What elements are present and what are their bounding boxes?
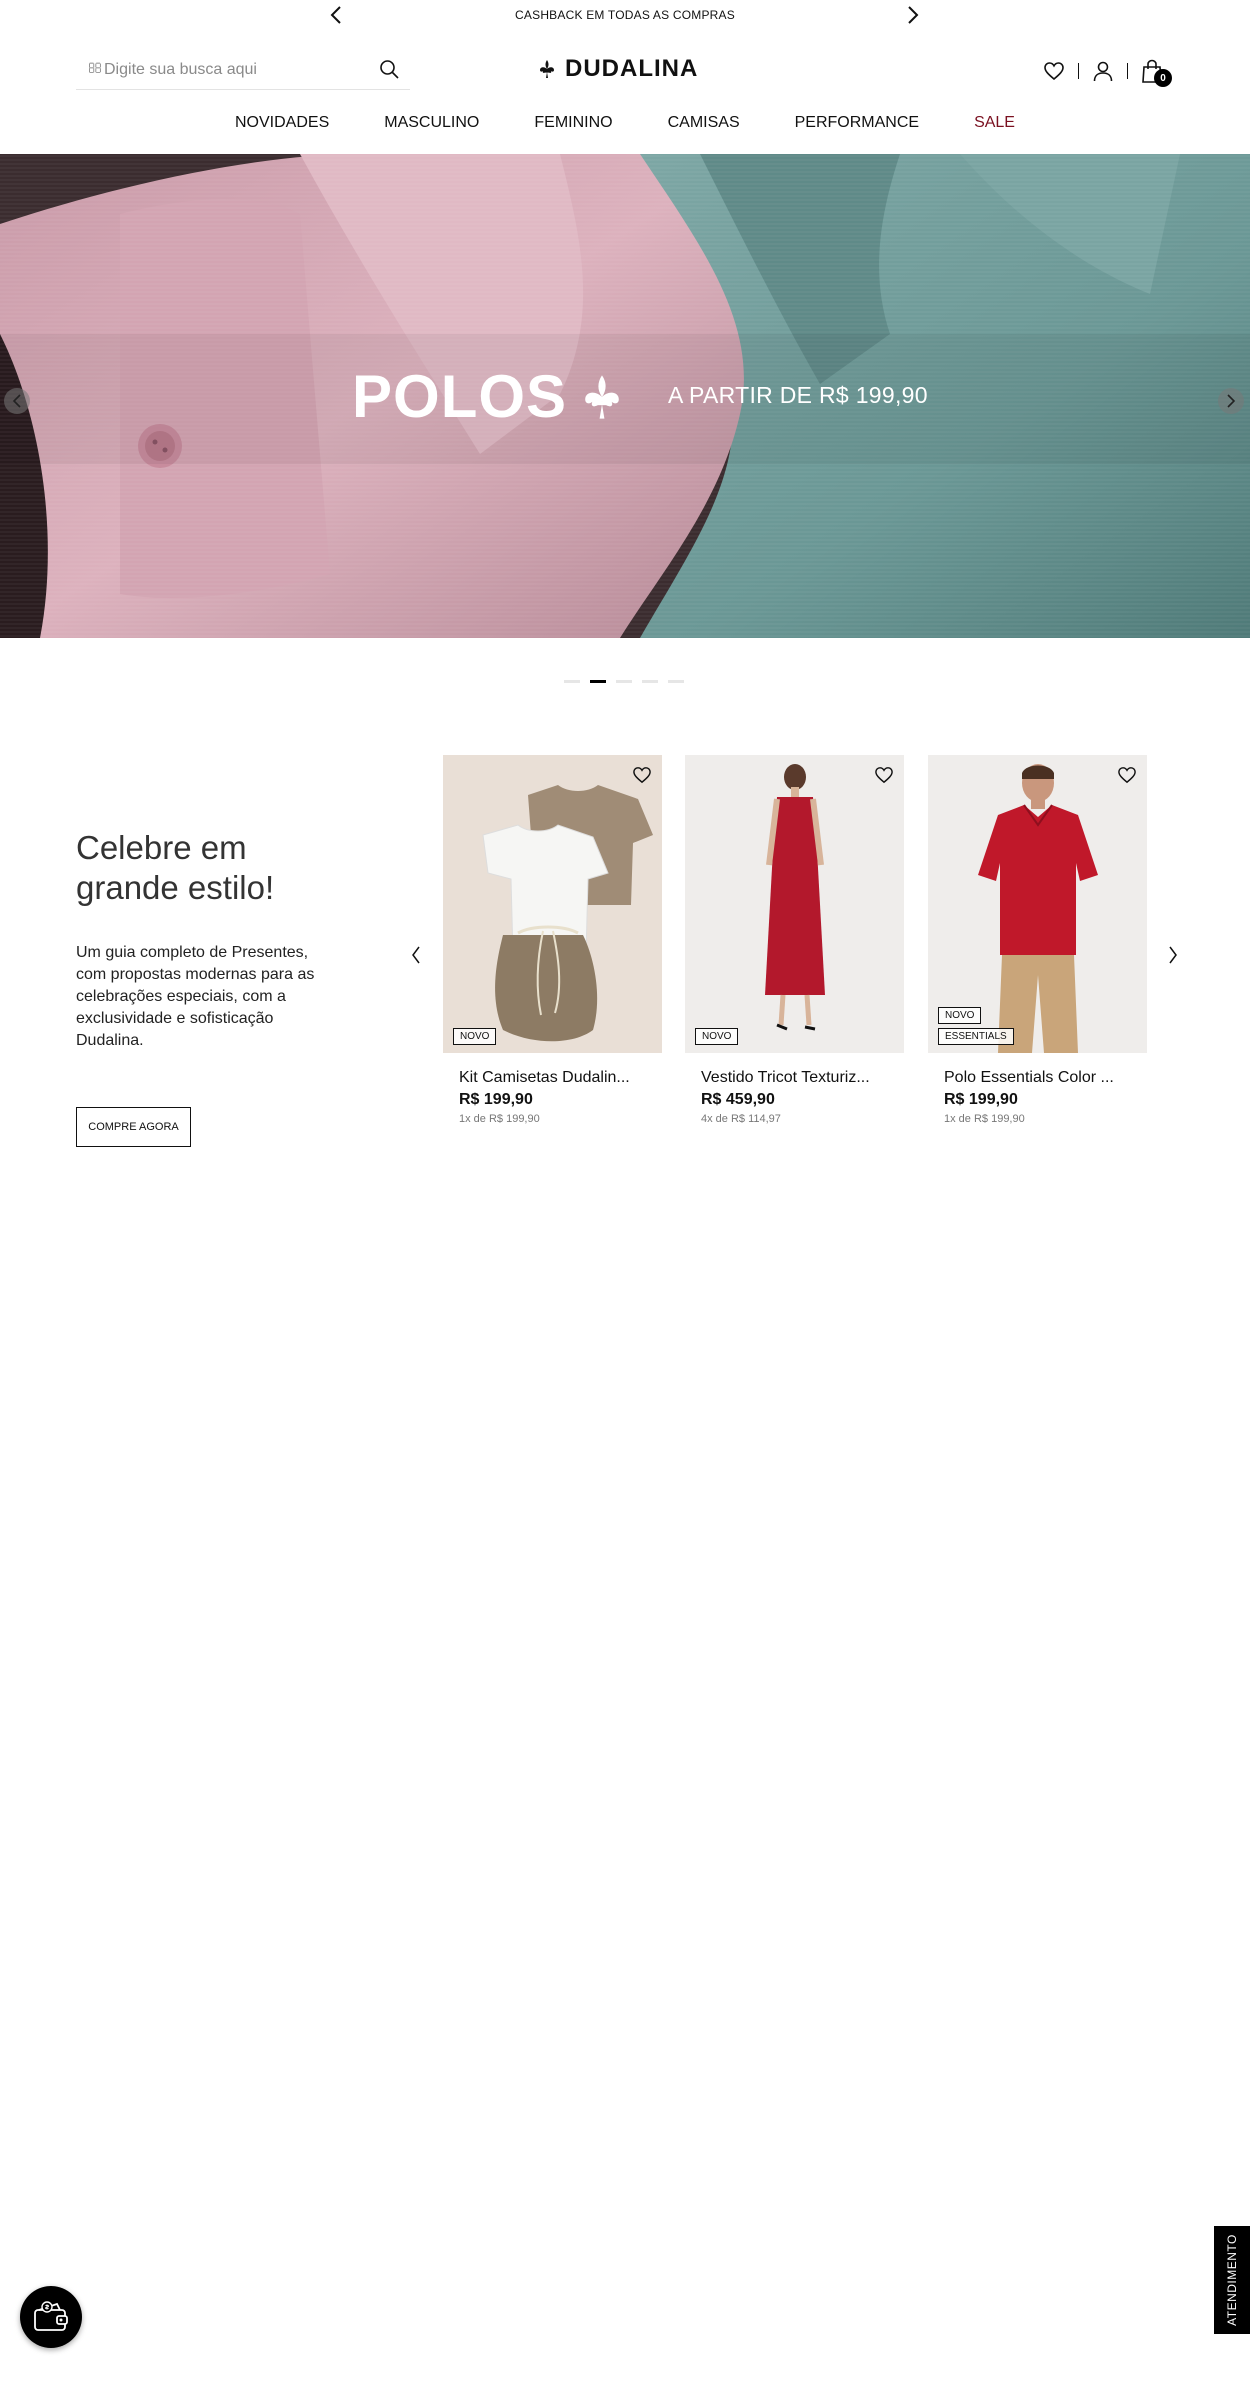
hero-headline: POLOS (352, 363, 568, 430)
product-name[interactable]: Polo Essentials Color ... (928, 1069, 1147, 1087)
account-user-icon[interactable] (1089, 57, 1117, 85)
nav-item-feminino[interactable]: FEMININO (534, 114, 612, 140)
promo-description: Um guia completo de Presentes, com propo… (76, 944, 315, 1049)
search-bar:  (76, 54, 410, 90)
cart-count-badge: 0 (1154, 69, 1172, 87)
favorite-heart-icon[interactable] (630, 763, 654, 787)
cashback-wallet-button[interactable] (20, 2286, 82, 2348)
product-card[interactable]: NOVO Vestido Tricot Texturiz... R$ 459,9… (685, 755, 904, 1125)
hero-dot[interactable] (642, 680, 658, 683)
product-badge: ESSENTIALS (938, 1028, 1014, 1045)
product-card[interactable]: NOVO ESSENTIALS Polo Essentials Color ..… (928, 755, 1147, 1125)
chevron-right-icon[interactable] (1160, 942, 1186, 968)
wallet-icon (34, 2301, 68, 2331)
shop-now-button[interactable]: COMPRE AGORA (76, 1107, 191, 1147)
announcement-text: CASHBACK EM TODAS AS COMPRAS (515, 8, 735, 22)
product-price: R$ 459,90 (701, 1091, 775, 1108)
product-price: R$ 199,90 (459, 1091, 533, 1108)
product-name[interactable]: Kit Camisetas Dudalin... (443, 1069, 662, 1087)
product-installments: 1x de R$ 199,90 (459, 1113, 540, 1125)
chevron-right-icon[interactable] (901, 3, 925, 27)
product-image[interactable]: NOVO (443, 755, 662, 1053)
announcement-bar: CASHBACK EM TODAS AS COMPRAS (0, 0, 1250, 30)
hero-dot[interactable] (564, 680, 580, 683)
product-name[interactable]: Vestido Tricot Texturiz... (685, 1069, 904, 1087)
shopping-bag-icon[interactable]: 0 (1138, 57, 1172, 87)
support-tab-label: ATENDIMENTO (1225, 2234, 1240, 2326)
product-image[interactable]: NOVO (685, 755, 904, 1053)
search-input[interactable] (104, 58, 364, 82)
hero-dot[interactable] (616, 680, 632, 683)
nav-item-sale[interactable]: SALE (974, 114, 1015, 140)
search-lead-glyph:  (88, 60, 102, 77)
brand-name: DUDALINA (565, 55, 699, 82)
favorite-heart-icon[interactable] (1115, 763, 1139, 787)
divider (1127, 63, 1128, 79)
wishlist-heart-icon[interactable] (1040, 57, 1068, 85)
nav-item-performance[interactable]: PERFORMANCE (795, 114, 919, 140)
product-badge: NOVO (453, 1028, 497, 1045)
hero-pagination (564, 680, 684, 683)
product-badge: NOVO (938, 1007, 982, 1024)
product-price: R$ 199,90 (944, 1091, 1018, 1108)
main-navigation: NOVIDADES MASCULINO FEMININO CAMISAS PER… (0, 114, 1250, 140)
product-image[interactable]: NOVO ESSENTIALS (928, 755, 1147, 1053)
nav-item-camisas[interactable]: CAMISAS (668, 114, 740, 140)
hero-dot-active[interactable] (590, 680, 606, 683)
hero-prev-icon[interactable] (4, 388, 30, 414)
product-card[interactable]: NOVO Kit Camisetas Dudalin... R$ 199,90 … (443, 755, 662, 1125)
hero-dot[interactable] (668, 680, 684, 683)
hero-next-icon[interactable] (1218, 388, 1244, 414)
favorite-heart-icon[interactable] (872, 763, 896, 787)
hero-subtitle: A PARTIR DE R$ 199,90 (668, 382, 928, 408)
chevron-left-icon[interactable] (403, 942, 429, 968)
hero-banner[interactable]: POLOS A PARTIR DE R$ 199,90 (0, 154, 1250, 638)
nav-item-novidades[interactable]: NOVIDADES (235, 114, 329, 140)
header-actions: 0 (1040, 57, 1172, 87)
nav-item-masculino[interactable]: MASCULINO (384, 114, 479, 140)
support-tab[interactable]: ATENDIMENTO (1214, 2226, 1250, 2334)
fleur-de-lis-icon (540, 60, 554, 78)
product-installments: 1x de R$ 199,90 (944, 1113, 1025, 1125)
search-icon[interactable] (376, 56, 402, 82)
product-installments: 4x de R$ 114,97 (701, 1113, 781, 1125)
promo-title: Celebre em grande estilo! (76, 829, 275, 906)
fleur-de-lis-icon (578, 372, 626, 427)
brand-logo[interactable]: DUDALINA (537, 55, 698, 83)
product-badge: NOVO (695, 1028, 739, 1045)
divider (1078, 63, 1079, 79)
